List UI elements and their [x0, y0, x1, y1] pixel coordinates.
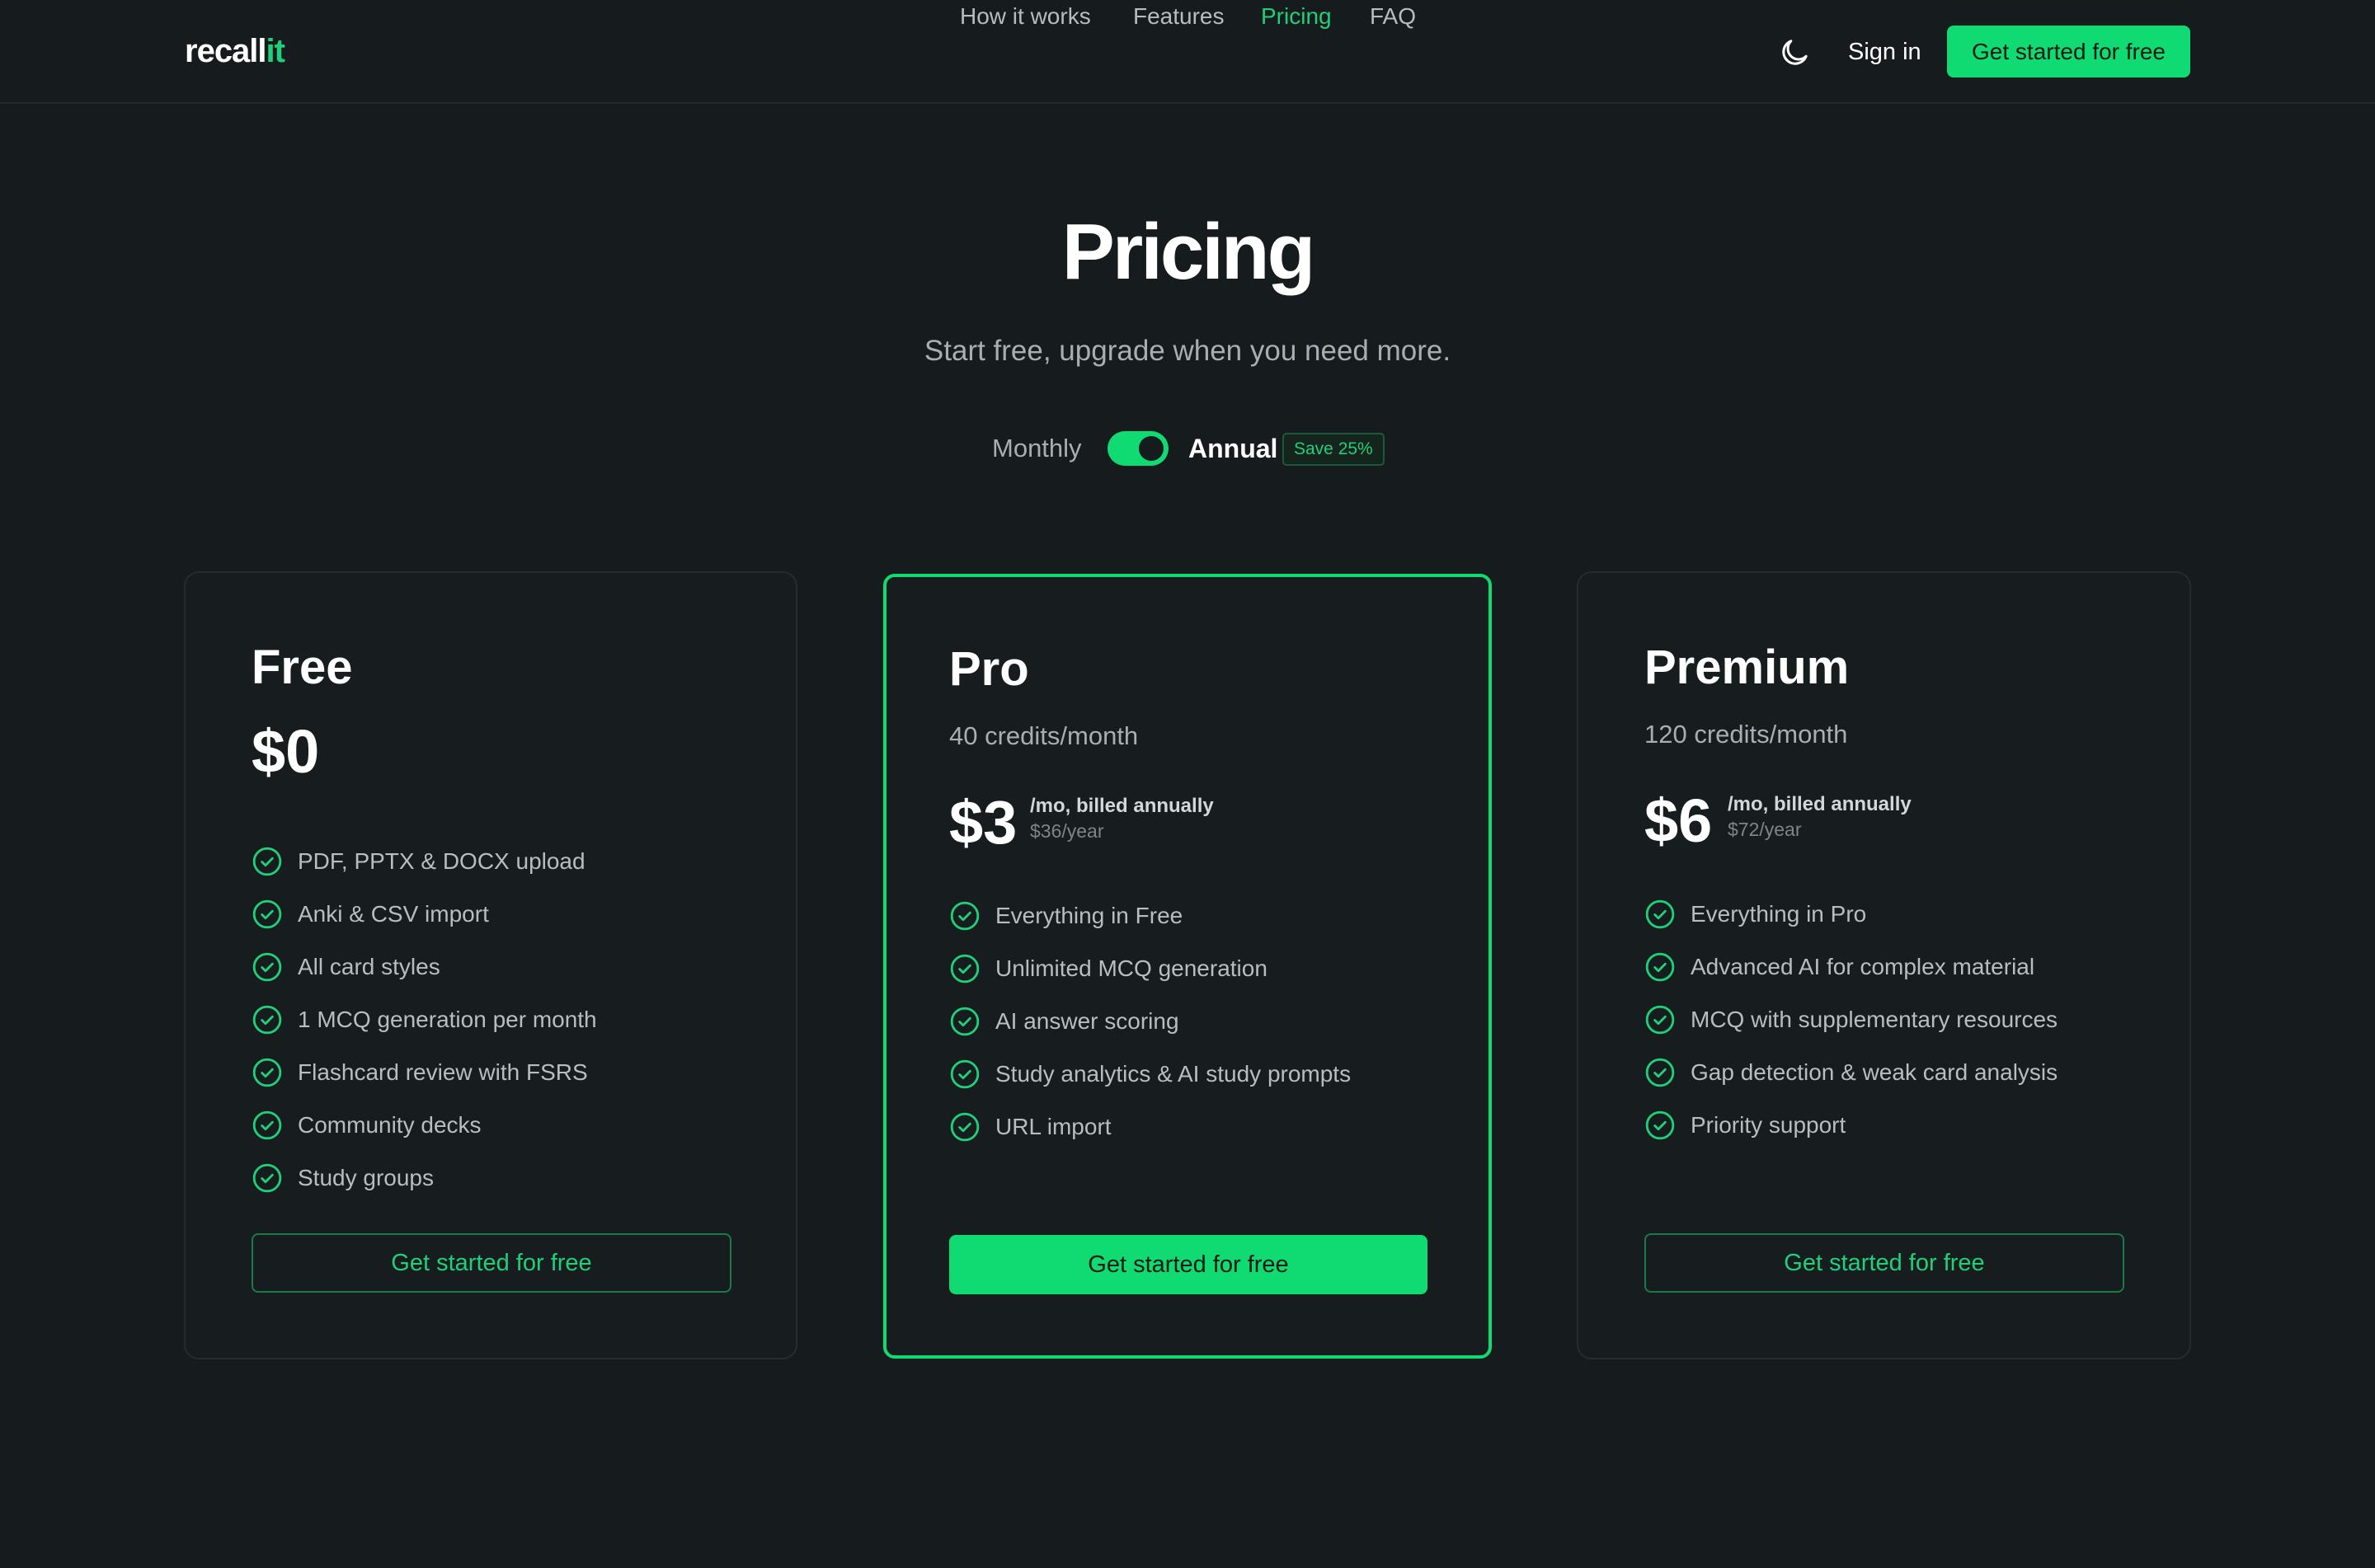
page-title: Pricing — [1061, 208, 1315, 296]
feature-item: Everything in Pro — [1644, 888, 2058, 941]
plan-card-pro: Pro 40 credits/month $3 /mo, billed annu… — [883, 574, 1492, 1359]
logo-main: recall — [185, 33, 267, 69]
page-subtitle: Start free, upgrade when you need more. — [924, 335, 1451, 367]
feature-text: Everything in Pro — [1691, 901, 1867, 927]
logo[interactable]: recallit — [185, 31, 285, 71]
check-circle-icon — [252, 1110, 282, 1140]
feature-item: Everything in Free — [949, 890, 1351, 942]
get-started-free-button[interactable]: Get started for free — [252, 1233, 731, 1293]
feature-text: PDF, PPTX & DOCX upload — [298, 848, 586, 874]
feature-item: PDF, PPTX & DOCX upload — [252, 835, 597, 888]
feature-item: 1 MCQ generation per month — [252, 993, 597, 1046]
feature-item: Study groups — [252, 1152, 597, 1204]
plan-credits: 40 credits/month — [949, 721, 1139, 750]
header-get-started-button[interactable]: Get started for free — [1947, 26, 2190, 77]
feature-text: Priority support — [1691, 1112, 1846, 1138]
feature-item: Advanced AI for complex material — [1644, 941, 2058, 993]
check-circle-icon — [1645, 899, 1675, 929]
check-circle-icon — [252, 952, 282, 982]
feature-text: Gap detection & weak card analysis — [1691, 1059, 2058, 1085]
feature-item: Gap detection & weak card analysis — [1644, 1046, 2058, 1099]
feature-text: AI answer scoring — [995, 1008, 1179, 1034]
logo-accent: it — [266, 33, 285, 69]
feature-text: Unlimited MCQ generation — [995, 955, 1267, 981]
feature-text: Everything in Free — [995, 903, 1183, 928]
feature-text: 1 MCQ generation per month — [298, 1007, 597, 1032]
feature-text: URL import — [995, 1114, 1112, 1139]
feature-item: Study analytics & AI study prompts — [949, 1048, 1351, 1101]
plan-price: $0 — [252, 717, 320, 786]
nav-faq[interactable]: FAQ — [1370, 0, 1416, 33]
toggle-knob — [1139, 436, 1164, 461]
feature-item: All card styles — [252, 941, 597, 993]
moon-icon — [1782, 40, 1808, 65]
feature-text: Advanced AI for complex material — [1691, 954, 2035, 979]
check-circle-icon — [252, 1163, 282, 1193]
nav-how-it-works[interactable]: How it works — [960, 0, 1091, 33]
get-started-premium-button[interactable]: Get started for free — [1644, 1233, 2124, 1293]
check-circle-icon — [1645, 952, 1675, 982]
get-started-pro-button[interactable]: Get started for free — [949, 1235, 1427, 1294]
plan-name: Free — [252, 641, 353, 694]
plan-name: Premium — [1644, 641, 1850, 694]
check-circle-icon — [1645, 1110, 1675, 1140]
price-billing-note: /mo, billed annually — [1030, 795, 1214, 817]
check-circle-icon — [252, 1058, 282, 1087]
check-circle-icon — [252, 847, 282, 876]
feature-item: URL import — [949, 1101, 1351, 1153]
plan-name: Pro — [949, 642, 1029, 696]
check-circle-icon — [1645, 1005, 1675, 1035]
feature-item: AI answer scoring — [949, 995, 1351, 1048]
feature-text: Flashcard review with FSRS — [298, 1059, 588, 1085]
feature-item: Unlimited MCQ generation — [949, 942, 1351, 995]
feature-text: Study groups — [298, 1165, 434, 1190]
plan-card-premium: Premium 120 credits/month $6 /mo, billed… — [1577, 571, 2191, 1359]
feature-list: Everything in Free Unlimited MCQ generat… — [949, 890, 1351, 1153]
price-billing-note: /mo, billed annually — [1728, 793, 1912, 815]
billing-annual-label[interactable]: Annual — [1188, 432, 1277, 465]
feature-text: All card styles — [298, 954, 440, 979]
feature-text: Community decks — [298, 1112, 482, 1138]
sign-in-link[interactable]: Sign in — [1848, 35, 1921, 68]
feature-text: Anki & CSV import — [298, 901, 489, 927]
plan-price: $3 — [949, 788, 1018, 857]
check-circle-icon — [950, 901, 980, 931]
check-circle-icon — [252, 1005, 282, 1035]
theme-toggle-button[interactable] — [1776, 35, 1813, 71]
feature-item: MCQ with supplementary resources — [1644, 993, 2058, 1046]
price-yearly: $72/year — [1728, 819, 1802, 840]
check-circle-icon — [950, 1059, 980, 1089]
feature-text: Study analytics & AI study prompts — [995, 1061, 1352, 1087]
plan-credits: 120 credits/month — [1644, 720, 1848, 749]
feature-item: Anki & CSV import — [252, 888, 597, 941]
billing-toggle[interactable] — [1108, 431, 1169, 466]
feature-item: Community decks — [252, 1099, 597, 1152]
check-circle-icon — [1645, 1058, 1675, 1087]
check-circle-icon — [252, 899, 282, 929]
price-yearly: $36/year — [1030, 820, 1104, 842]
nav-pricing[interactable]: Pricing — [1261, 0, 1332, 33]
nav-features[interactable]: Features — [1133, 0, 1225, 33]
billing-monthly-label[interactable]: Monthly — [992, 432, 1082, 465]
plan-price: $6 — [1644, 786, 1713, 855]
feature-text: MCQ with supplementary resources — [1691, 1007, 2058, 1032]
feature-list: Everything in Pro Advanced AI for comple… — [1644, 888, 2058, 1152]
feature-list: PDF, PPTX & DOCX upload Anki & CSV impor… — [252, 835, 597, 1204]
billing-period-switch: Monthly Annual Save 25% — [0, 427, 2375, 470]
check-circle-icon — [950, 954, 980, 984]
feature-item: Flashcard review with FSRS — [252, 1046, 597, 1099]
feature-item: Priority support — [1644, 1099, 2058, 1152]
check-circle-icon — [950, 1112, 980, 1142]
save-badge: Save 25% — [1282, 433, 1385, 466]
site-header: recallit How it works Features Pricing F… — [0, 0, 2375, 104]
check-circle-icon — [950, 1007, 980, 1036]
plan-card-free: Free $0 PDF, PPTX & DOCX upload Anki & C… — [184, 571, 797, 1359]
